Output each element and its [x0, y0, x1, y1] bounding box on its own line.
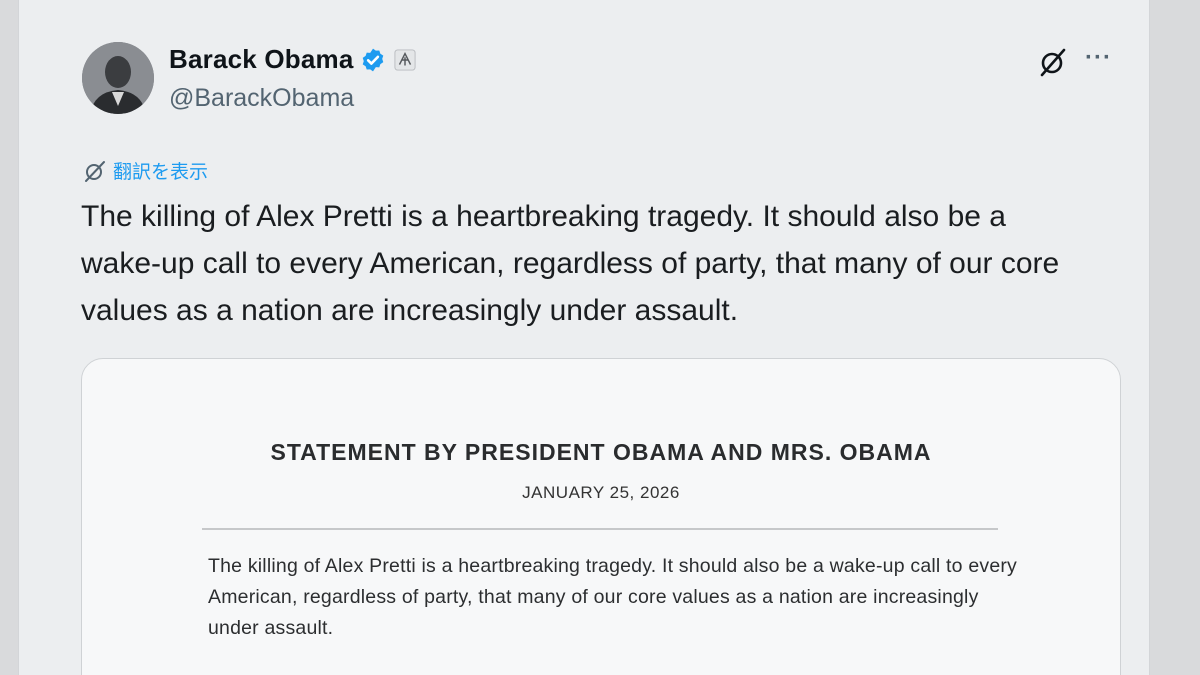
more-icon[interactable]: ··· — [1085, 44, 1112, 72]
verified-badge-icon — [362, 48, 383, 71]
statement-body: The killing of Alex Pretti is a heartbre… — [208, 555, 1018, 639]
statement-image-card[interactable]: STATEMENT BY PRESIDENT OBAMA AND MRS. OB… — [81, 358, 1121, 675]
author-row: Barack Obama — [169, 44, 416, 75]
avatar-image — [82, 42, 154, 114]
statement-divider — [202, 528, 998, 530]
grok-icon[interactable] — [1037, 46, 1069, 78]
tweet-card: Barack Obama @BarackObama ··· 翻訳を表示 The … — [18, 0, 1150, 675]
affiliation-icon[interactable] — [393, 48, 416, 71]
author-name[interactable]: Barack Obama — [169, 44, 354, 75]
translate-icon — [85, 160, 105, 182]
translate-label: 翻訳を表示 — [113, 161, 209, 183]
tweet-text: The killing of Alex Pretti is a heartbre… — [81, 200, 1060, 327]
translate-link[interactable]: 翻訳を表示 — [83, 157, 208, 184]
avatar[interactable] — [82, 42, 154, 114]
statement-date: JANUARY 25, 2026 — [522, 483, 680, 502]
statement-title: STATEMENT BY PRESIDENT OBAMA AND MRS. OB… — [270, 439, 932, 465]
author-handle[interactable]: @BarackObama — [169, 84, 354, 113]
